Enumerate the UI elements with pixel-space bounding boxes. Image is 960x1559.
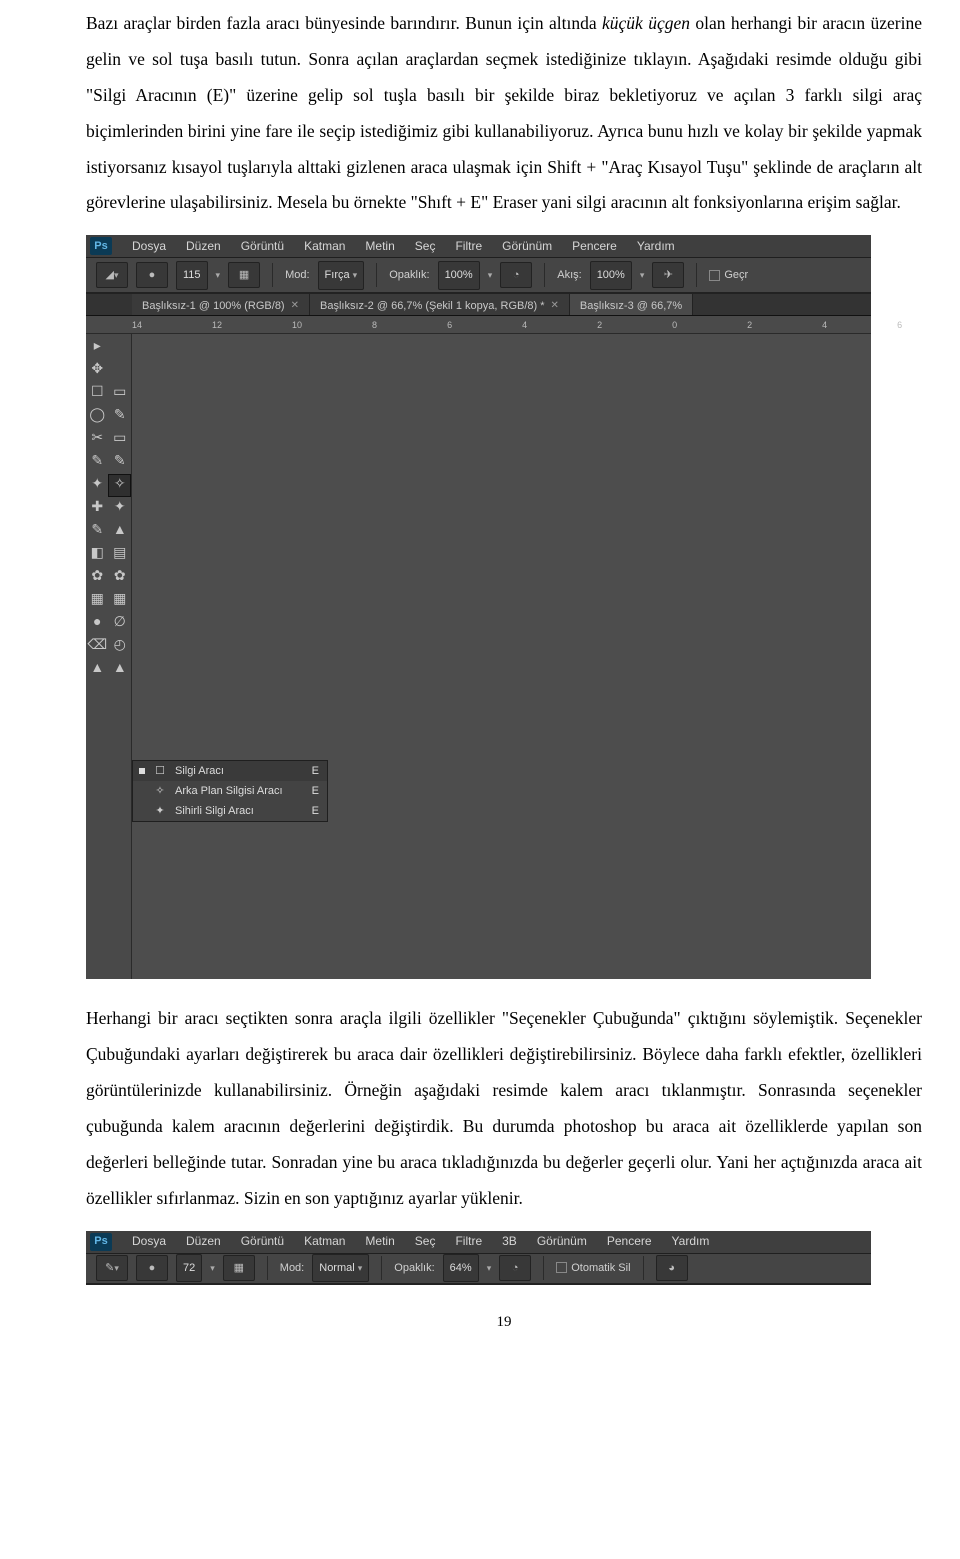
paragraph-1: Bazı araçlar birden fazla aracı bünyesin… bbox=[86, 6, 922, 221]
photoshop-logo-icon: Ps bbox=[90, 1233, 112, 1251]
menu-gorunum[interactable]: Görünüm bbox=[492, 234, 562, 259]
flow-label: Akış: bbox=[557, 264, 581, 287]
menu-sec[interactable]: Seç bbox=[405, 1229, 446, 1254]
document-tabs: Başlıksız-1 @ 100% (RGB/8)✕ Başlıksız-2 … bbox=[86, 294, 871, 316]
separator bbox=[696, 263, 697, 287]
mode-label: Mod: bbox=[285, 264, 309, 287]
menu-filtre[interactable]: Filtre bbox=[445, 1229, 492, 1254]
menu-duzen[interactable]: Düzen bbox=[176, 234, 231, 259]
tab-basliksiz-1[interactable]: Başlıksız-1 @ 100% (RGB/8)✕ bbox=[132, 294, 310, 315]
flyout-sihirli-silgi[interactable]: ✦Sihirli Silgi Aracı E bbox=[133, 801, 327, 821]
menu-katman[interactable]: Katman bbox=[294, 1229, 355, 1254]
menu-filtre[interactable]: Filtre bbox=[445, 234, 492, 259]
canvas-area[interactable] bbox=[132, 334, 871, 979]
menu-yardim[interactable]: Yardım bbox=[627, 234, 685, 259]
mode-label: Mod: bbox=[280, 1257, 304, 1280]
brush-preset-icon[interactable]: ● bbox=[136, 262, 168, 288]
ruler: 141210 864 202 468 1012 bbox=[86, 316, 871, 334]
brush-preset-icon[interactable]: ● bbox=[136, 1255, 168, 1281]
menu-duzen[interactable]: Düzen bbox=[176, 1229, 231, 1254]
separator bbox=[376, 263, 377, 287]
paragraph-1-part1: Bazı araçlar birden fazla aracı bünyesin… bbox=[86, 13, 602, 33]
menu-goruntu[interactable]: Görüntü bbox=[231, 234, 294, 259]
photoshop-screenshot-1: Ps Dosya Düzen Görüntü Katman Metin Seç … bbox=[86, 235, 871, 979]
menu-yardim[interactable]: Yardım bbox=[662, 1229, 720, 1254]
menu-sec[interactable]: Seç bbox=[405, 234, 446, 259]
photoshop-screenshot-2: Ps Dosya Düzen Görüntü Katman Metin Seç … bbox=[86, 1231, 871, 1285]
tool-preset-icon[interactable]: ◢▾ bbox=[96, 262, 128, 288]
mode-select[interactable]: Fırça ▾ bbox=[318, 261, 365, 290]
separator bbox=[543, 1256, 544, 1280]
menu-katman[interactable]: Katman bbox=[294, 234, 355, 259]
chevron-down-icon[interactable]: ▾ bbox=[210, 1259, 215, 1277]
pressure-opacity-icon[interactable]: ◔ bbox=[500, 262, 532, 288]
paragraph-1-part2: olan herhangi bir aracın üzerine gelin v… bbox=[86, 13, 922, 212]
separator bbox=[544, 263, 545, 287]
opacity-field[interactable]: 64% bbox=[443, 1254, 479, 1283]
page-number: 19 bbox=[86, 1307, 922, 1338]
menu-goruntu[interactable]: Görüntü bbox=[231, 1229, 294, 1254]
chevron-down-icon[interactable]: ▾ bbox=[487, 1259, 492, 1277]
close-icon[interactable]: ✕ bbox=[291, 296, 299, 317]
menu-dosya[interactable]: Dosya bbox=[122, 1229, 176, 1254]
chevron-down-icon[interactable]: ▾ bbox=[488, 266, 493, 284]
photoshop-logo-icon: Ps bbox=[90, 237, 112, 255]
mode-select[interactable]: Normal ▾ bbox=[312, 1254, 369, 1283]
close-icon[interactable]: ✕ bbox=[551, 296, 559, 317]
options-bar: ✎▾ ● 72 ▾ ▦ Mod: Normal ▾ Opaklık: 64% ▾… bbox=[86, 1254, 871, 1285]
menu-pencere[interactable]: Pencere bbox=[597, 1229, 662, 1254]
auto-erase-checkbox[interactable]: Otomatik Sil bbox=[556, 1257, 630, 1280]
paragraph-2: Herhangi bir aracı seçtikten sonra araçl… bbox=[86, 1001, 922, 1216]
selected-dot-icon bbox=[139, 768, 145, 774]
brush-panel-icon[interactable]: ▦ bbox=[223, 1255, 255, 1281]
menu-metin[interactable]: Metin bbox=[355, 234, 404, 259]
menubar: Ps Dosya Düzen Görüntü Katman Metin Seç … bbox=[86, 235, 871, 258]
tools-panel: ▸ ✥ ☐▭ ◯✎ ✂▭ ✎✎ ✦✧ ✚✦ ✎▲ ◧▤ ✿✿ ▦▦ ●∅ ⌫◴ … bbox=[86, 334, 132, 979]
airbrush-icon[interactable]: ✈ bbox=[652, 262, 684, 288]
chevron-down-icon[interactable]: ▾ bbox=[640, 266, 645, 284]
menu-metin[interactable]: Metin bbox=[355, 1229, 404, 1254]
opacity-label: Opaklık: bbox=[389, 264, 429, 287]
pressure-size-icon[interactable]: ◕ bbox=[656, 1255, 688, 1281]
separator bbox=[643, 1256, 644, 1280]
brush-size-field[interactable]: 115 bbox=[176, 261, 208, 290]
flyout-silgi-araci[interactable]: ☐Silgi Aracı E bbox=[133, 761, 327, 781]
paragraph-1-italic: küçük üçgen bbox=[602, 13, 690, 33]
brush-panel-icon[interactable]: ▦ bbox=[228, 262, 260, 288]
menu-dosya[interactable]: Dosya bbox=[122, 234, 176, 259]
opacity-field[interactable]: 100% bbox=[438, 261, 480, 290]
separator bbox=[267, 1256, 268, 1280]
flow-field[interactable]: 100% bbox=[590, 261, 632, 290]
gecr-checkbox[interactable]: Geçr bbox=[709, 264, 748, 287]
opacity-label: Opaklık: bbox=[394, 1257, 434, 1280]
separator bbox=[381, 1256, 382, 1280]
separator bbox=[272, 263, 273, 287]
menu-3b[interactable]: 3B bbox=[492, 1229, 527, 1254]
pressure-opacity-icon[interactable]: ◔ bbox=[499, 1255, 531, 1281]
tab-basliksiz-2[interactable]: Başlıksız-2 @ 66,7% (Şekil 1 kopya, RGB/… bbox=[310, 294, 570, 315]
tool-preset-icon[interactable]: ✎▾ bbox=[96, 1255, 128, 1281]
flyout-arkaplan-silgisi[interactable]: ✧Arka Plan Silgisi Aracı E bbox=[133, 781, 327, 801]
options-bar: ◢▾ ● 115 ▾ ▦ Mod: Fırça ▾ Opaklık: 100% … bbox=[86, 258, 871, 294]
magic-eraser-icon: ✦ bbox=[153, 800, 167, 823]
tab-basliksiz-3[interactable]: Başlıksız-3 @ 66,7% bbox=[570, 294, 693, 315]
eraser-flyout-menu: ☐Silgi Aracı E ✧Arka Plan Silgisi Aracı … bbox=[132, 760, 328, 822]
menu-pencere[interactable]: Pencere bbox=[562, 234, 627, 259]
menubar: Ps Dosya Düzen Görüntü Katman Metin Seç … bbox=[86, 1231, 871, 1254]
screen-mode-icon[interactable]: ▲ bbox=[86, 658, 109, 681]
chevron-down-icon[interactable]: ▾ bbox=[216, 266, 221, 284]
menu-gorunum[interactable]: Görünüm bbox=[527, 1229, 597, 1254]
shortcut-key: E bbox=[312, 800, 319, 823]
brush-size-field[interactable]: 72 bbox=[176, 1254, 202, 1283]
